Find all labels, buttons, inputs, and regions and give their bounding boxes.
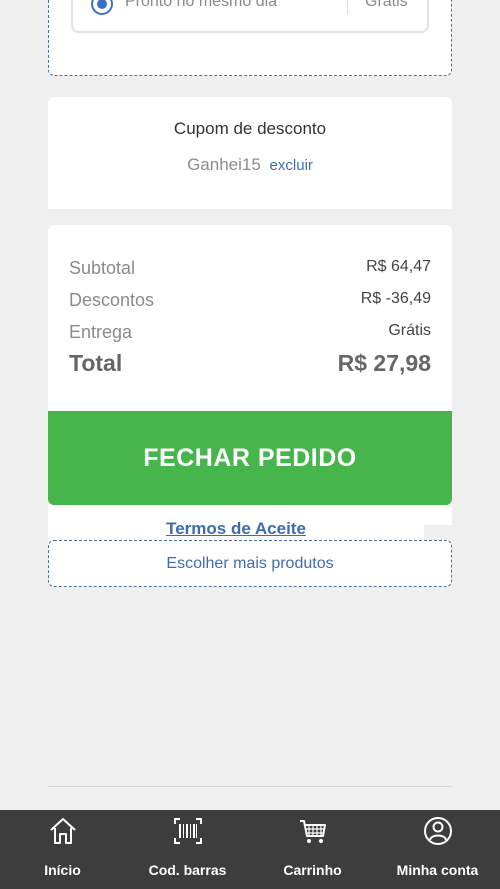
terms-link[interactable]: Termos de Aceite (48, 519, 424, 539)
total-label: Total (69, 350, 123, 376)
total-row: Total R$ 27,98 (69, 350, 431, 377)
subtotal-value: R$ 64,47 (366, 258, 431, 275)
delivery-option-divider (347, 0, 348, 15)
coupon-card: Cupom de desconto Ganhei15 excluir (48, 97, 452, 209)
discounts-value: R$ -36,49 (360, 290, 431, 307)
delivery-value: Grátis (388, 322, 431, 339)
terms-strip: Termos de Aceite (48, 505, 424, 545)
nav-label-cart: Carrinho (283, 862, 342, 878)
nav-item-account[interactable]: Minha conta (375, 810, 500, 889)
account-icon (423, 817, 452, 845)
nav-label-barcode: Cod. barras (148, 862, 227, 878)
delivery-option-label: Pronto no mesmo dia (125, 0, 278, 10)
total-value: R$ 27,98 (337, 350, 431, 376)
coupon-remove-link[interactable]: excluir (270, 157, 313, 174)
cart-icon (299, 820, 326, 843)
nav-item-cart[interactable]: Carrinho (250, 810, 375, 889)
checkout-button[interactable]: FECHAR PEDIDO (48, 411, 452, 505)
nav-label-account: Minha conta (396, 862, 479, 878)
bottom-nav: Início Cod. barras Carrinho Minha conta (0, 810, 500, 889)
subtotal-label: Subtotal (69, 258, 136, 278)
choose-more-products-button[interactable]: Escolher mais produtos (48, 540, 452, 587)
subtotal-row: Subtotal R$ 64,47 (69, 258, 431, 279)
delivery-option-price: Grátis (365, 0, 408, 10)
coupon-applied: Ganhei15 excluir (48, 155, 452, 175)
nav-item-home[interactable]: Início (0, 810, 125, 889)
radio-selected-icon[interactable] (91, 0, 113, 15)
delivery-label: Entrega (69, 322, 133, 342)
nav-item-barcode[interactable]: Cod. barras (125, 810, 250, 889)
barcode-icon (173, 818, 202, 844)
discounts-label: Descontos (69, 290, 155, 310)
discounts-row: Descontos R$ -36,49 (69, 290, 431, 311)
divider (48, 786, 452, 787)
nav-label-home: Início (44, 862, 81, 878)
home-icon (49, 818, 76, 844)
coupon-title: Cupom de desconto (173, 119, 327, 138)
delivery-row: Entrega Grátis (69, 322, 431, 343)
delivery-option-same-day[interactable]: Pronto no mesmo dia Grátis (71, 0, 429, 33)
delivery-card: Pronto no mesmo dia Grátis (48, 0, 452, 76)
coupon-code: Ganhei15 (187, 155, 261, 174)
